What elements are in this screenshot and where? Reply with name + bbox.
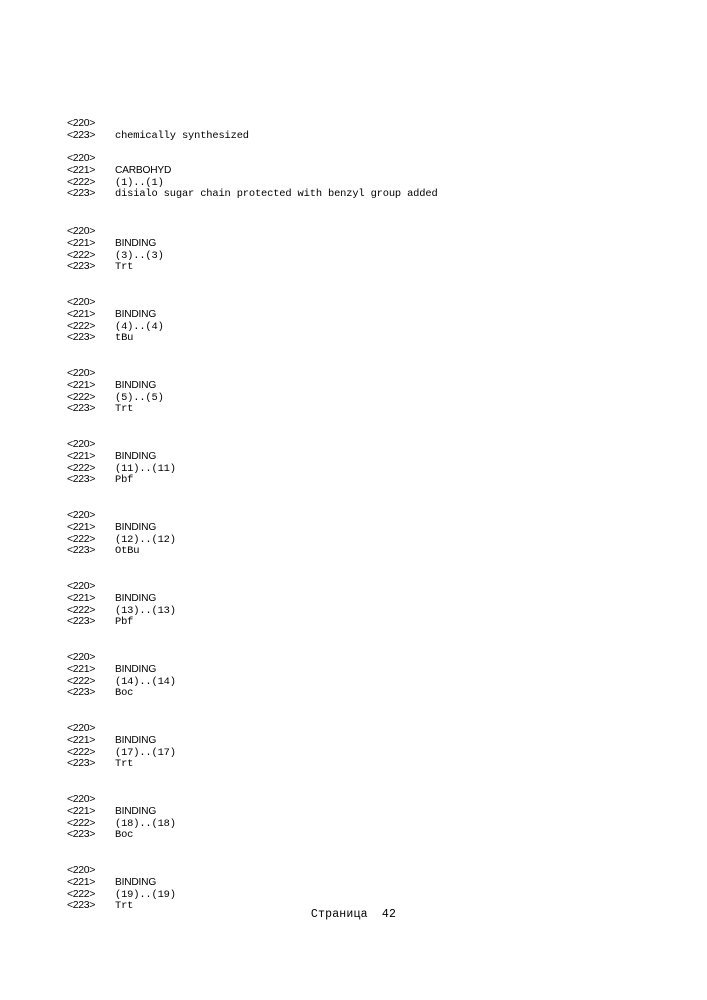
numeric-identifier-tag: <221> (67, 449, 96, 462)
listing-line: <221> BINDING (67, 875, 176, 889)
listing-line: <221> BINDING (67, 520, 176, 534)
tag-value: Trt (115, 403, 134, 416)
feature-block: <220> <221> BINDING <222> (5)..(5) <223> Trt (67, 367, 164, 416)
numeric-identifier-tag: <223> (67, 544, 96, 557)
numeric-identifier-tag: <223> (67, 828, 96, 841)
tag-value: disialo sugar chain protected with benzy… (115, 188, 438, 201)
tag-value: BINDING (115, 450, 157, 462)
feature-block: <220> <221> BINDING <222> (14)..(14) <223> Boc (67, 651, 176, 700)
feature-block: <220> <221> BINDING <222> (13)..(13) <223> Pbf (67, 580, 176, 629)
tag-value: BINDING (115, 876, 157, 888)
numeric-identifier-tag: <221> (67, 378, 96, 391)
listing-line: <223> Trt (67, 757, 176, 771)
tag-value: chemically synthesized (115, 129, 249, 142)
feature-block: <220> <221> BINDING <222> (17)..(17) <223> Trt (67, 722, 176, 771)
numeric-identifier-tag: <223> (67, 187, 96, 200)
listing-line: <221> CARBOHYD (67, 163, 438, 177)
numeric-identifier-tag: <223> (67, 128, 96, 141)
listing-line: <221> BINDING (67, 804, 176, 818)
listing-line: <223> Pbf (67, 473, 176, 487)
feature-block: <220> <221> BINDING <222> (3)..(3) <223> Trt (67, 225, 164, 274)
document-page: <220> <223> chemically synthesized <220> <22… (0, 0, 707, 1000)
tag-value: BINDING (115, 308, 157, 320)
listing-line: <223> Pbf (67, 615, 176, 629)
listing-line: <221> BINDING (67, 236, 164, 250)
feature-block: <220> <221> BINDING <222> (4)..(4) <223> tBu (67, 296, 164, 345)
tag-value: BINDING (115, 592, 157, 604)
tag-value: CARBOHYD (115, 164, 172, 176)
numeric-identifier-tag: <223> (67, 402, 96, 415)
listing-line: <221> BINDING (67, 378, 164, 392)
numeric-identifier-tag: <221> (67, 804, 96, 817)
numeric-identifier-tag: <221> (67, 163, 96, 176)
feature-block: <220> <221> BINDING <222> (11)..(11) <223> Pbf (67, 438, 176, 487)
listing-line: <223> Boc (67, 686, 176, 700)
tag-value: BINDING (115, 237, 157, 249)
feature-block: <220> <223> chemically synthesized (67, 117, 249, 142)
feature-block: <220> <221> BINDING <222> (12)..(12) <223> OtB… (67, 509, 176, 558)
numeric-identifier-tag: <223> (67, 260, 96, 273)
tag-value: Boc (115, 687, 134, 700)
listing-line: <223> disialo sugar chain protected with … (67, 187, 438, 201)
tag-value: BINDING (115, 663, 157, 675)
listing-line: <221> BINDING (67, 591, 176, 605)
numeric-identifier-tag: <223> (67, 473, 96, 486)
feature-block: <220> <221> BINDING <222> (18)..(18) <223> Boc (67, 793, 176, 842)
feature-block: <220> <221> BINDING <222> (19)..(19) <223> Trt (67, 864, 176, 912)
listing-line: <223> OtBu (67, 544, 176, 558)
tag-value: Boc (115, 829, 134, 842)
listing-line: <223> Boc (67, 828, 176, 842)
listing-line: <221> BINDING (67, 662, 176, 676)
numeric-identifier-tag: <221> (67, 875, 96, 888)
tag-value: OtBu (115, 545, 140, 558)
tag-value: BINDING (115, 521, 157, 533)
tag-value: BINDING (115, 734, 157, 746)
numeric-identifier-tag: <221> (67, 662, 96, 675)
tag-value: Trt (115, 261, 134, 274)
listing-line: <220> (67, 152, 438, 165)
numeric-identifier-tag: <221> (67, 520, 96, 533)
numeric-identifier-tag: <221> (67, 307, 96, 320)
numeric-identifier-tag: <223> (67, 615, 96, 628)
tag-value: BINDING (115, 379, 157, 391)
listing-line: <223> Trt (67, 260, 164, 274)
listing-line: <223> Trt (67, 402, 164, 416)
listing-line: <221> BINDING (67, 733, 176, 747)
listing-line: <221> BINDING (67, 307, 164, 321)
numeric-identifier-tag: <221> (67, 236, 96, 249)
listing-line: <222> (1)..(1) (67, 176, 438, 189)
tag-value: Pbf (115, 474, 134, 487)
listing-line: <221> BINDING (67, 449, 176, 463)
listing-line: <223> chemically synthesized (67, 128, 249, 142)
tag-value: Trt (115, 758, 134, 771)
feature-block: <220> <221> CARBOHYD <222> (1)..(1) <223> disi… (67, 152, 438, 201)
tag-value: BINDING (115, 805, 157, 817)
numeric-identifier-tag: <221> (67, 733, 96, 746)
tag-value: Pbf (115, 616, 134, 629)
numeric-identifier-tag: <223> (67, 331, 96, 344)
listing-line: <223> tBu (67, 331, 164, 345)
tag-value: tBu (115, 332, 134, 345)
page-footer: Страница 42 (310, 908, 397, 921)
numeric-identifier-tag: <221> (67, 591, 96, 604)
numeric-identifier-tag: <223> (67, 757, 96, 770)
numeric-identifier-tag: <223> (67, 686, 96, 699)
